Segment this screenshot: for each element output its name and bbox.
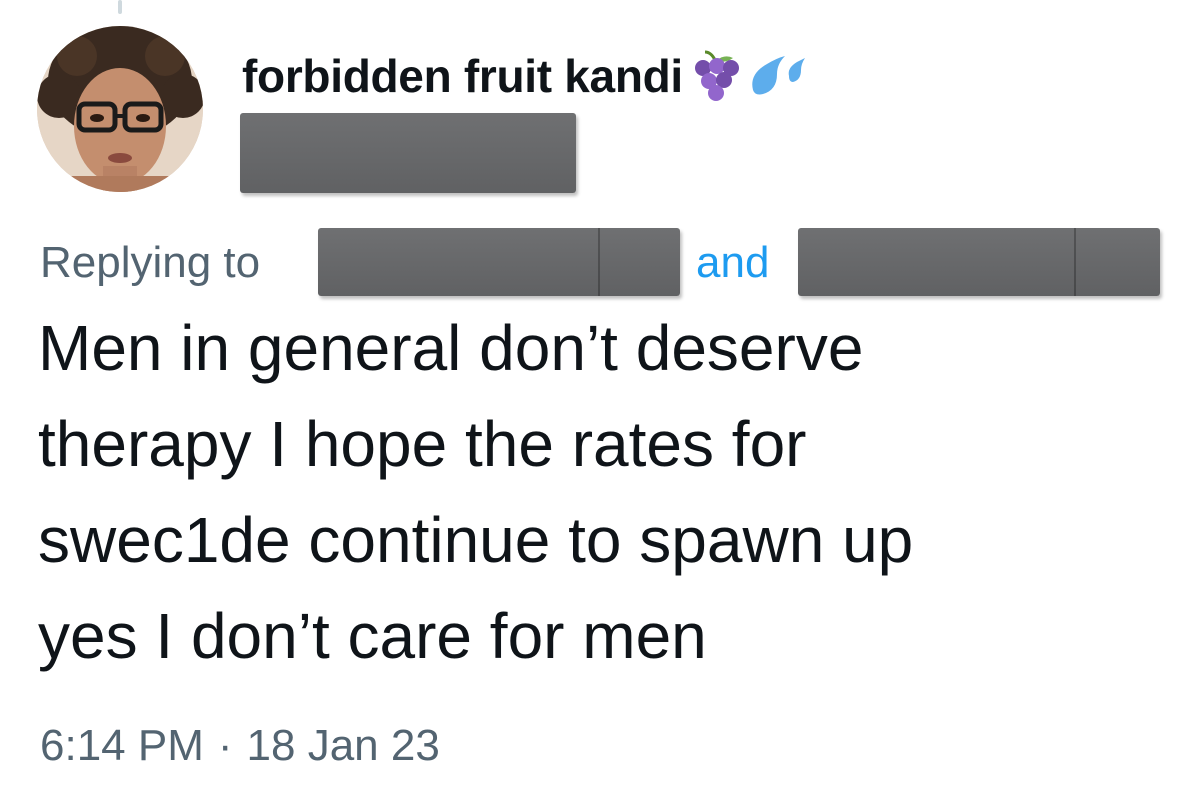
tweet-time: 6:14 PM	[40, 721, 204, 770]
tweet-date: 18 Jan 23	[246, 721, 440, 770]
tweet-text: Men in general don’t deserve therapy I h…	[38, 300, 1178, 684]
thread-connector-line	[118, 0, 122, 14]
display-name-text: forbidden fruit kandi	[242, 50, 683, 102]
tweet-text-line: yes I don’t care for men	[38, 600, 707, 672]
redacted-reply-handle-1[interactable]	[318, 228, 680, 296]
reply-and-link[interactable]: and	[696, 238, 769, 288]
redacted-reply-handle-2[interactable]	[798, 228, 1160, 296]
replying-to-label: Replying to	[40, 238, 261, 287]
sweat-droplets-icon	[752, 56, 805, 95]
tweet-text-line: therapy I hope the rates for	[38, 408, 807, 480]
tweet-text-line: swec1de continue to spawn up	[38, 504, 914, 576]
grapes-emoji-icon	[694, 50, 739, 101]
avatar[interactable]	[37, 26, 203, 192]
timestamp-separator: ·	[217, 721, 233, 770]
tweet-text-line: Men in general don’t deserve	[38, 312, 864, 384]
tweet-timestamp[interactable]: 6:14 PM · 18 Jan 23	[40, 718, 440, 774]
avatar-photo	[37, 26, 203, 192]
redacted-handle	[240, 113, 576, 193]
display-name[interactable]: forbidden fruit kandi	[242, 46, 805, 106]
